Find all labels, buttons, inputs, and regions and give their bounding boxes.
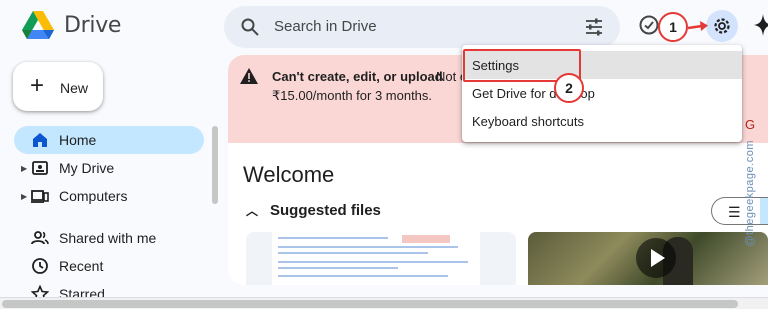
sidebar-item-shared-with-me[interactable]: Shared with me [14, 224, 204, 252]
menu-item-keyboard-shortcuts[interactable]: Keyboard shortcuts [462, 107, 742, 135]
expand-caret-icon[interactable]: ▶ [21, 164, 27, 173]
sidebar-item-label: Shared with me [59, 230, 157, 246]
gemini-sparkle-icon[interactable] [754, 12, 768, 38]
sidebar-item-label: Home [59, 132, 97, 148]
preview-line [278, 261, 468, 263]
search-icon[interactable] [240, 17, 260, 37]
search-input[interactable]: Search in Drive [274, 18, 377, 35]
new-button-label: New [60, 80, 89, 96]
search-bar[interactable]: Search in Drive [224, 6, 620, 48]
preview-line [278, 275, 448, 277]
sidebar-scrollbar[interactable] [212, 126, 218, 204]
step-callout-2: 2 [554, 73, 584, 103]
preview-line [278, 252, 428, 254]
chevron-up-icon: ︿ [246, 204, 259, 218]
file-thumbnail[interactable] [246, 232, 516, 285]
plus-icon: + [30, 72, 45, 99]
sidebar-item-label: My Drive [59, 160, 115, 176]
banner-action-link[interactable]: G [745, 117, 755, 132]
suggested-files-toggle[interactable]: ︿ Suggested files [246, 202, 381, 219]
drive-logo[interactable]: Drive [22, 11, 121, 40]
arrow-icon [688, 21, 708, 31]
app-name: Drive [64, 13, 122, 38]
section-title: Suggested files [270, 202, 381, 219]
search-options-icon[interactable] [584, 17, 604, 37]
ready-offline-icon[interactable] [638, 14, 660, 36]
watermark: @thegeekpage.com [744, 140, 756, 247]
my-drive-icon [32, 161, 48, 175]
banner-title: Can't create, edit, or upload [272, 69, 443, 84]
sidebar-item-my-drive[interactable]: ▶ My Drive [14, 154, 204, 182]
preview-line [278, 246, 458, 248]
sidebar-item-label: Recent [59, 258, 104, 274]
drive-logo-icon [22, 11, 54, 39]
video-thumbnail[interactable] [528, 232, 768, 285]
settings-gear-button[interactable] [706, 10, 738, 42]
play-icon[interactable] [636, 238, 676, 278]
page-title: Welcome [243, 162, 335, 187]
banner-offer-text: ₹15.00/month for 3 months. [272, 88, 433, 103]
step-callout-1: 1 [658, 12, 688, 42]
people-icon [31, 231, 49, 245]
warning-icon [240, 68, 258, 84]
clock-icon [32, 258, 48, 274]
view-toggle[interactable]: ☰ [711, 197, 768, 225]
sidebar-item-label: Computers [59, 188, 128, 204]
preview-line [278, 267, 398, 269]
preview-line [278, 237, 388, 239]
gear-icon [714, 18, 730, 34]
scrollbar-thumb[interactable] [2, 300, 738, 308]
grid-view-button[interactable] [760, 198, 768, 224]
new-button[interactable]: + New [13, 62, 103, 111]
horizontal-scrollbar[interactable] [0, 297, 768, 309]
preview-highlight [402, 235, 450, 243]
menu-item-get-drive-desktop[interactable]: Get Drive for desktop [462, 79, 742, 107]
list-view-icon[interactable]: ☰ [728, 204, 741, 221]
sidebar-item-recent[interactable]: Recent [14, 252, 204, 280]
sidebar-item-home[interactable]: Home [14, 126, 204, 154]
sidebar-item-computers[interactable]: ▶ Computers [14, 182, 204, 210]
home-icon [33, 133, 47, 147]
expand-caret-icon[interactable]: ▶ [21, 192, 27, 201]
computers-icon [31, 190, 49, 203]
document-preview [272, 232, 480, 285]
